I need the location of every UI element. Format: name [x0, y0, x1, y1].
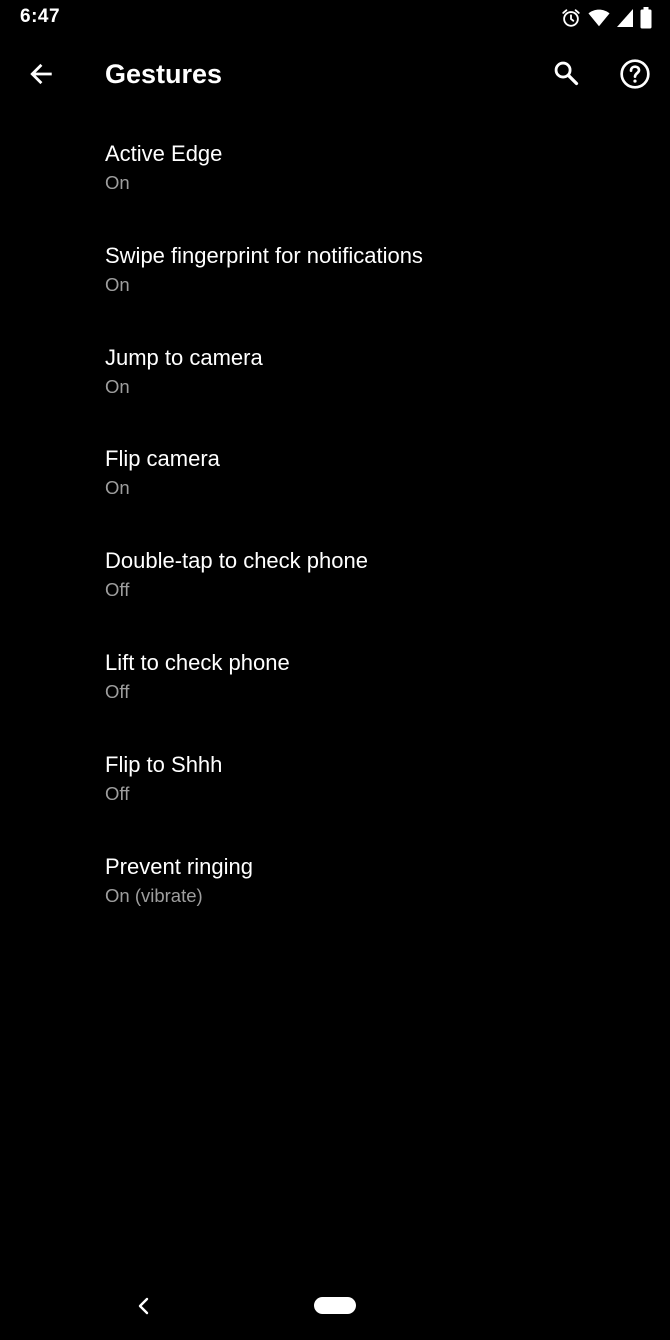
setting-active-edge[interactable]: Active Edge On [0, 125, 670, 227]
settings-list: Active Edge On Swipe fingerprint for not… [0, 125, 670, 939]
setting-summary: Off [105, 782, 130, 804]
setting-flip-to-shhh[interactable]: Flip to Shhh Off [0, 736, 670, 838]
wifi-icon [588, 8, 610, 28]
cellular-signal-icon [616, 8, 634, 28]
setting-double-tap-check-phone[interactable]: Double-tap to check phone Off [0, 532, 670, 634]
setting-flip-camera[interactable]: Flip camera On [0, 430, 670, 532]
setting-summary: On [105, 172, 130, 193]
page-title: Gestures [105, 59, 223, 89]
arrow-back-icon [27, 60, 55, 93]
setting-jump-to-camera[interactable]: Jump to camera On [0, 329, 670, 431]
battery-icon [640, 7, 652, 29]
setting-title: Flip to Shhh [105, 751, 223, 777]
setting-title: Swipe fingerprint for notifications [105, 242, 423, 268]
app-bar: Gestures [0, 40, 670, 112]
setting-title: Jump to camera [105, 344, 263, 370]
navigation-bar [0, 1276, 670, 1340]
status-time: 6:47 [20, 6, 61, 27]
setting-title: Flip camera [105, 446, 220, 472]
status-bar: 6:47 [0, 0, 670, 36]
status-icons [560, 6, 652, 30]
setting-summary: Off [105, 579, 130, 601]
setting-summary: On [105, 273, 130, 295]
setting-swipe-fingerprint[interactable]: Swipe fingerprint for notifications On [0, 227, 670, 329]
setting-title: Double-tap to check phone [105, 548, 368, 574]
setting-summary: On [105, 477, 130, 499]
setting-title: Lift to check phone [105, 649, 290, 675]
setting-title: Active Edge [105, 141, 223, 166]
help-icon [619, 58, 651, 95]
setting-summary: On (vibrate) [105, 884, 203, 906]
search-icon [552, 59, 580, 92]
setting-lift-check-phone[interactable]: Lift to check phone Off [0, 634, 670, 736]
nav-home-pill[interactable] [314, 1297, 356, 1314]
setting-title: Prevent ringing [105, 853, 253, 879]
help-button[interactable] [611, 52, 659, 100]
back-button[interactable] [17, 52, 65, 100]
chevron-left-icon [135, 1295, 153, 1322]
setting-prevent-ringing[interactable]: Prevent ringing On (vibrate) [0, 838, 670, 940]
alarm-icon [560, 7, 582, 29]
search-button[interactable] [542, 51, 590, 99]
nav-back-button[interactable] [126, 1290, 162, 1326]
setting-summary: On [105, 375, 130, 397]
setting-summary: Off [105, 680, 130, 702]
